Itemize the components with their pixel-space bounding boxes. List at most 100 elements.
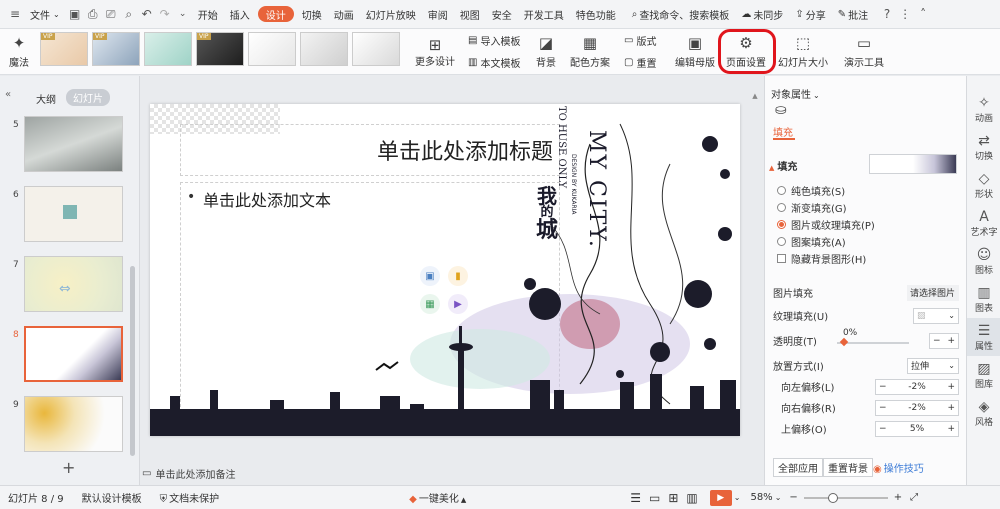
tool-wordart[interactable]: A 艺术字 (967, 204, 1000, 242)
picture-fill-select[interactable]: 请选择图片 (907, 284, 959, 301)
offset-left-stepper[interactable]: − -2% + (875, 378, 959, 395)
more-options-icon[interactable]: ⋮ (896, 5, 914, 23)
panel-scrollbar[interactable] (130, 266, 135, 456)
zoom-out-icon[interactable]: − (789, 492, 797, 503)
import-template-button[interactable]: ▤ 导入模板 (468, 32, 520, 48)
tab-fill[interactable]: 填充 (773, 124, 793, 139)
tab-developer[interactable]: 开发工具 (518, 0, 570, 29)
save-icon[interactable]: ▣ (66, 5, 84, 23)
tab-insert[interactable]: 插入 (224, 0, 256, 29)
tool-transition[interactable]: ⇄ 切换 (967, 128, 1000, 166)
tab-outline[interactable]: 大纲 (36, 91, 56, 106)
template-thumb[interactable]: VIP (40, 32, 88, 66)
slide-thumbnail-5[interactable] (24, 116, 123, 172)
slide-sorter-icon[interactable]: ⊞ (668, 491, 678, 505)
tool-properties[interactable]: ☰ 属性 (967, 318, 1000, 356)
picture-fill-option[interactable]: 图片或纹理填充(P) (777, 216, 875, 233)
tab-slides[interactable]: 幻灯片 (66, 89, 110, 106)
zoom-dropdown-icon[interactable]: ⌄ (775, 493, 782, 502)
print-icon[interactable]: ⎚ (102, 5, 120, 23)
more-icon[interactable]: ⌄ (174, 5, 192, 23)
fit-window-icon[interactable]: ⤢ (910, 492, 918, 503)
collapse-panel-icon[interactable]: « (5, 89, 11, 100)
template-thumb[interactable] (352, 32, 400, 66)
offset-top-stepper[interactable]: − 5% + (875, 420, 959, 437)
help-icon[interactable]: ? (878, 5, 896, 23)
undo-icon[interactable]: ↶ (138, 5, 156, 23)
slide-thumbnail-8[interactable] (24, 326, 123, 382)
tool-shapes[interactable]: ◇ 形状 (967, 166, 1000, 204)
paint-bucket-icon[interactable]: ⛀ (775, 102, 787, 118)
pattern-fill-option[interactable]: 图案填充(A) (777, 233, 875, 250)
edit-master-button[interactable]: ▣ 编辑母版 (674, 32, 716, 69)
template-thumb[interactable] (144, 32, 192, 66)
reading-view-icon[interactable]: ▥ (686, 491, 697, 505)
comment-button[interactable]: ✎ 批注 (832, 0, 874, 29)
texture-fill-select[interactable]: ▨ ⌄ (913, 307, 959, 324)
magic-button[interactable]: ✦ 魔法 (6, 32, 32, 69)
layout-button[interactable]: ▭ 版式 (624, 32, 656, 48)
placement-select[interactable]: 拉伸 ⌄ (907, 357, 959, 374)
canvas-scrollbar[interactable]: ▲ (752, 92, 758, 432)
background-button[interactable]: ◪ 背景 (533, 32, 559, 69)
slide-thumbnail-7[interactable]: ⇔ (24, 256, 123, 312)
sync-status[interactable]: ☁ 未同步 (735, 0, 789, 29)
tab-security[interactable]: 安全 (486, 0, 518, 29)
play-slideshow-button[interactable]: ▶ (709, 489, 732, 506)
presenter-tools-button[interactable]: ▭ 演示工具 (840, 32, 888, 69)
tab-slideshow[interactable]: 幻灯片放映 (360, 0, 422, 29)
tab-features[interactable]: 特色功能 (570, 0, 622, 29)
share-button[interactable]: ⇪ 分享 (789, 0, 831, 29)
tool-style[interactable]: ◈ 风格 (967, 394, 1000, 432)
slide-canvas[interactable]: 单击此处添加标题 单击此处添加文本 • ▣ ▮ ▦ ▶ MY CITY. TO … (150, 104, 740, 436)
zoom-slider[interactable] (803, 492, 888, 503)
slideshow-menu-icon[interactable]: ⌄ (734, 493, 741, 502)
tool-charts[interactable]: ▥ 图表 (967, 280, 1000, 318)
tool-animation[interactable]: ✧ 动画 (967, 90, 1000, 128)
panel-header[interactable]: 对象属性 ⌄ (771, 86, 820, 101)
slider-thumb[interactable] (839, 337, 849, 346)
normal-view-icon[interactable]: ▭ (649, 491, 660, 505)
export-icon[interactable]: ⎙ (84, 5, 102, 23)
fill-section-header[interactable]: ▲ 填充 (769, 158, 797, 173)
template-thumb[interactable]: VIP (92, 32, 140, 66)
tool-gallery[interactable]: ▨ 图库 (967, 356, 1000, 394)
tab-animation[interactable]: 动画 (328, 0, 360, 29)
command-search[interactable]: ⌕ 查找命令、搜索模板 (626, 0, 736, 29)
tool-icons[interactable]: ☺ 图标 (967, 242, 1000, 280)
add-slide-button[interactable]: + (62, 458, 75, 477)
file-menu[interactable]: 文件 ⌄ (24, 0, 66, 29)
redo-icon[interactable]: ↷ (156, 5, 174, 23)
solid-fill-option[interactable]: 纯色填充(S) (777, 182, 875, 199)
slide-size-button[interactable]: ⬚ 幻灯片大小 (777, 32, 829, 69)
apply-all-button[interactable]: 全部应用 (773, 458, 823, 477)
slide-thumbnail-9[interactable] (24, 396, 123, 452)
slide-thumbnail-6[interactable] (24, 186, 123, 242)
template-thumb[interactable]: VIP (196, 32, 244, 66)
document-protect-status[interactable]: ⛨ 文档未保护 (160, 490, 220, 505)
color-scheme-button[interactable]: ▦ 配色方案 (566, 32, 614, 69)
tab-home[interactable]: 开始 (192, 0, 224, 29)
collapse-ribbon-icon[interactable]: ˄ (914, 5, 932, 23)
beautify-button[interactable]: ◆ 一键美化 ▲ (409, 490, 466, 505)
this-template-button[interactable]: ▥ 本文模板 (468, 54, 520, 70)
zoom-slider-thumb[interactable] (827, 492, 838, 503)
zoom-level[interactable]: 58% (750, 492, 772, 503)
tab-review[interactable]: 审阅 (422, 0, 454, 29)
zoom-in-icon[interactable]: + (894, 492, 902, 503)
tab-view[interactable]: 视图 (454, 0, 486, 29)
tips-link[interactable]: ◉ 操作技巧 (873, 460, 924, 475)
hamburger-menu-icon[interactable]: ≡ (6, 5, 24, 23)
scroll-up-icon[interactable]: ▲ (752, 92, 758, 100)
transparency-stepper[interactable]: − + (928, 332, 959, 349)
notes-area[interactable]: ▭ 单击此处添加备注 (142, 463, 762, 483)
template-thumb[interactable] (300, 32, 348, 66)
gradient-fill-option[interactable]: 渐变填充(G) (777, 199, 875, 216)
preview-icon[interactable]: ⌕ (120, 5, 138, 23)
hide-bg-checkbox[interactable]: 隐藏背景图形(H) (777, 250, 875, 267)
template-thumb[interactable] (248, 32, 296, 66)
offset-right-stepper[interactable]: − -2% + (875, 399, 959, 416)
view-toggle-icon[interactable]: ☰ (630, 491, 641, 505)
fill-preview-swatch[interactable] (869, 154, 957, 174)
reset-background-button[interactable]: 重置背景 (823, 458, 873, 477)
